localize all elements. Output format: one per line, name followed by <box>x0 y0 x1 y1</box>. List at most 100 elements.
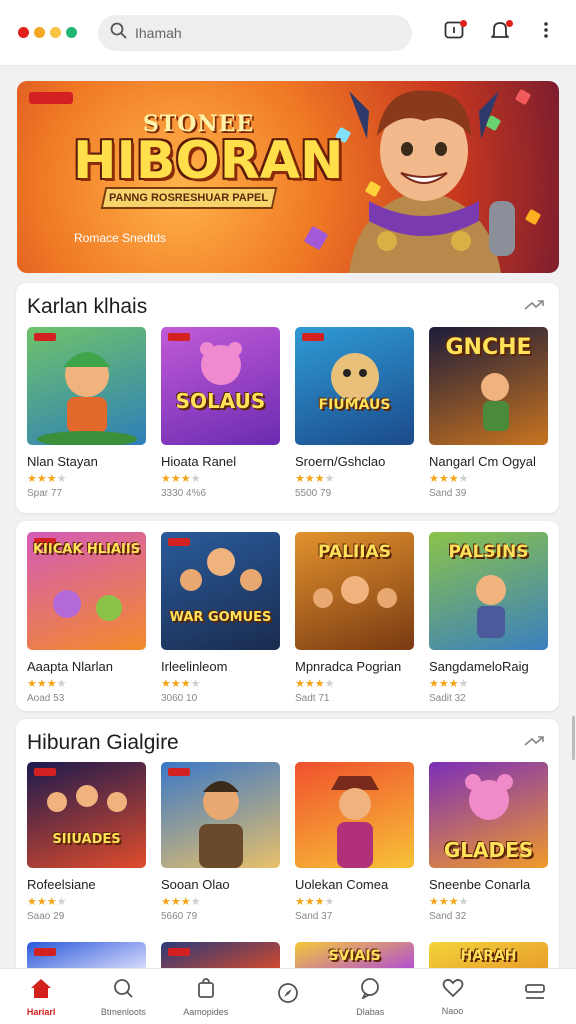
character-illustration <box>331 776 379 868</box>
search-bar[interactable] <box>98 14 412 51</box>
brand-logo[interactable] <box>18 27 88 38</box>
game-thumbnail <box>161 762 280 868</box>
character-illustration <box>37 352 137 445</box>
character-illustration <box>199 781 243 868</box>
gem-decoration <box>524 208 542 226</box>
game-meta: 5500 79 <box>295 488 332 499</box>
character-illustration <box>481 373 509 431</box>
game-thumbnail: KIICAK HLIAIIS <box>27 532 146 650</box>
game-thumbnail: WAR GOMUES <box>161 532 280 650</box>
banner-title: HIBORAN <box>73 131 344 191</box>
game-card[interactable]: Uolekan Comea ★★★★ Sand 37 <box>295 762 414 922</box>
section-title: Karlan klhais <box>27 295 148 318</box>
nav-label: Naoo <box>441 1005 464 1016</box>
nav-home[interactable]: Hariarl <box>0 969 82 1024</box>
nav-chat[interactable]: Dlabas <box>329 969 411 1024</box>
rating-stars: ★★★★ <box>295 896 335 908</box>
game-meta: Saao 29 <box>27 911 65 922</box>
game-meta: Spar 77 <box>27 488 63 499</box>
rating-stars: ★★★★ <box>429 678 469 690</box>
game-card[interactable]: PALSINS SangdameloRaig ★★★★ Sadit 32 <box>429 532 548 704</box>
game-name: Rofeelsiane <box>27 877 96 892</box>
gem-decoration <box>303 225 329 251</box>
game-name: Aaapta Nlarlan <box>27 659 113 674</box>
game-thumbnail: SIIUADES <box>27 762 146 868</box>
more-vertical-icon <box>543 21 549 44</box>
more-menu-button[interactable] <box>534 21 558 45</box>
game-name: Irleelinleom <box>161 659 228 674</box>
nav-library[interactable]: Aamopides <box>165 969 247 1024</box>
menu-icon <box>524 983 546 1008</box>
bag-icon <box>195 977 217 1004</box>
notifications-button[interactable] <box>488 19 513 45</box>
banner-subtitle: Romace Snedtds <box>74 231 167 245</box>
character-illustration <box>180 548 262 591</box>
game-card[interactable]: FIUMAUS Sroern/Gshclao ★★★★ 5500 79 <box>295 327 414 499</box>
game-card[interactable]: GLADES Sneenbe Conarla ★★★★ Sand 32 <box>429 762 548 922</box>
game-card[interactable]: Sooan Olao ★★★★ 5660 79 <box>161 762 280 922</box>
game-name: Nlan Stayan <box>27 454 98 469</box>
logo-dot-yellow <box>50 27 61 38</box>
thumb-tag <box>34 948 56 956</box>
rating-stars: ★★★★ <box>161 473 201 485</box>
game-meta: Sand 37 <box>295 911 333 922</box>
game-thumbnail <box>295 762 414 868</box>
game-card[interactable]: SIIUADES Rofeelsiane ★★★★ Saao 29 <box>27 762 146 922</box>
game-card[interactable]: KIICAK HLIAIIS Aaapta Nlarlan ★★★★ Aoad … <box>27 532 146 704</box>
inbox-button[interactable] <box>442 19 467 45</box>
search-input[interactable] <box>135 24 395 41</box>
game-card[interactable]: PALIIAS Mpnradca Pogrian ★★★★ Sadt 71 <box>295 532 414 704</box>
app-root: STONEE HIBORAN PANNG ROSRESHUAR PAPEL Ro… <box>0 0 576 1024</box>
nav-search[interactable]: Btmenloots <box>82 969 164 1024</box>
top-bar <box>0 0 576 66</box>
game-meta: Sand 39 <box>429 488 467 499</box>
thumb-tag <box>168 948 190 956</box>
rating-stars: ★★★★ <box>429 896 469 908</box>
nav-label: Btmenloots <box>100 1006 146 1017</box>
nav-favorites[interactable]: Naoo <box>411 969 493 1024</box>
banner-ribbon: PANNG ROSRESHUAR PAPEL <box>100 187 278 209</box>
game-thumbnail: PALIIAS <box>295 532 414 650</box>
game-name: Sneenbe Conarla <box>429 877 531 892</box>
character-illustration <box>476 575 506 638</box>
thumb-title: SOLAUS <box>175 389 266 413</box>
notification-badge <box>506 19 513 27</box>
bottom-navigation: Hariarl Btmenloots Aamopides Dlabas Naoo <box>0 968 576 1024</box>
game-card[interactable]: Nlan Stayan ★★★★ Spar 77 <box>27 327 146 499</box>
game-name: Hioata Ranel <box>161 454 237 469</box>
game-meta: 5660 79 <box>161 911 198 922</box>
game-thumbnail <box>27 327 146 445</box>
section-popular-more: KIICAK HLIAIIS Aaapta Nlarlan ★★★★ Aoad … <box>16 521 559 711</box>
chat-icon <box>359 977 381 1004</box>
game-card[interactable]: SOLAUS Hioata Ranel ★★★★ 3330 4%6 <box>161 327 280 499</box>
hero-banner[interactable]: STONEE HIBORAN PANNG ROSRESHUAR PAPEL Ro… <box>17 81 559 273</box>
rating-stars: ★★★★ <box>27 678 67 690</box>
logo-dot-orange <box>34 27 45 38</box>
game-name: Sooan Olao <box>161 877 230 892</box>
see-all-arrow-icon[interactable] <box>523 735 545 754</box>
nav-label: Dlabas <box>356 1006 385 1017</box>
hero-character-illustration <box>349 90 515 273</box>
thumb-title: HARAH <box>460 948 517 964</box>
game-name: Sroern/Gshclao <box>295 454 386 469</box>
rating-stars: ★★★★ <box>429 473 469 485</box>
nav-label: Aamopides <box>183 1006 229 1017</box>
character-illustration <box>53 590 122 621</box>
game-thumbnail: SOLAUS <box>161 327 280 445</box>
see-all-arrow-icon[interactable] <box>523 299 545 318</box>
game-meta: 3330 4%6 <box>161 488 207 499</box>
rating-stars: ★★★★ <box>27 473 67 485</box>
banner-tag <box>29 92 73 104</box>
thumb-tag <box>34 333 56 341</box>
scrollbar[interactable] <box>572 716 575 760</box>
game-card[interactable]: GNCHE Nangarl Cm Ogyal ★★★★ Sand 39 <box>429 327 548 499</box>
thumb-title: WAR GOMUES <box>169 610 272 625</box>
nav-menu[interactable] <box>494 969 576 1024</box>
game-grid: SIIUADES Rofeelsiane ★★★★ Saao 29 Sooan … <box>27 762 548 922</box>
character-illustration <box>313 576 397 608</box>
section-popular: Karlan klhais Nlan Stayan ★★★★ Spar 77 S… <box>16 283 559 513</box>
logo-dot-red <box>18 27 29 38</box>
home-icon <box>29 977 53 1004</box>
game-card[interactable]: WAR GOMUES Irleelinleom ★★★★ 3060 10 <box>161 532 280 704</box>
nav-explore[interactable] <box>247 969 329 1024</box>
